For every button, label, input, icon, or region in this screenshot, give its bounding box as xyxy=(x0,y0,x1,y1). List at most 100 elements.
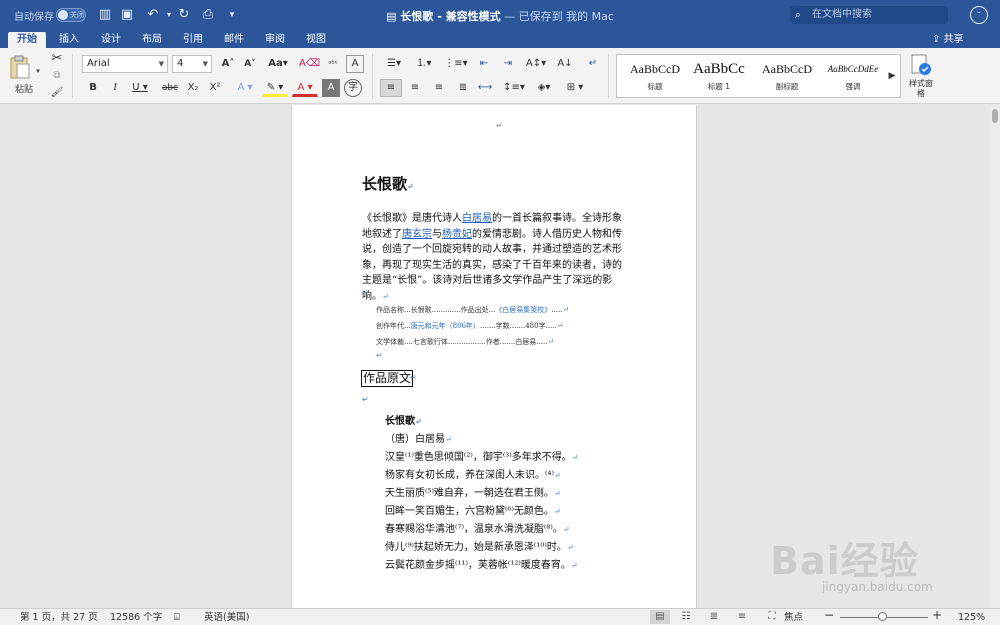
font-size-value: 4 xyxy=(177,58,184,69)
text-direction-icon[interactable]: A↕▾ xyxy=(522,55,550,73)
poem-author: （唐）白居易↵ xyxy=(385,430,452,445)
poem-line: 回眸一笑百媚生，六宫粉黛⁽⁶⁾无颜色。↵ xyxy=(385,502,561,517)
outline-view-icon[interactable]: ☷ xyxy=(676,610,696,624)
tab-insert[interactable]: 插入 xyxy=(52,32,86,48)
styles-more-icon[interactable]: ▶ xyxy=(885,67,899,85)
tab-view[interactable]: 视图 xyxy=(299,32,333,48)
status-bar: 第 1 页，共 27 页 12586 个字 ⌸ 英语(美国) ▤ ☷ ≣ ≡ ⛶… xyxy=(0,608,1000,625)
zoom-slider-handle[interactable] xyxy=(878,612,887,621)
word-count[interactable]: 12586 个字 xyxy=(110,611,162,624)
cut-icon[interactable]: ✂ xyxy=(48,50,66,68)
print-layout-view-icon[interactable]: ▤ xyxy=(650,610,670,624)
shrink-font-icon[interactable]: A˅ xyxy=(240,55,260,73)
draft-view-icon[interactable]: ≣ xyxy=(704,610,724,624)
italic-icon[interactable]: I xyxy=(106,79,124,97)
link-bai-juyi[interactable]: 白居易 xyxy=(462,213,492,224)
language[interactable]: 英语(美国) xyxy=(204,611,249,624)
tab-references[interactable]: 引用 xyxy=(176,32,210,48)
info-value[interactable]: 唐元和元年（806年） xyxy=(411,322,480,330)
font-name-select[interactable]: Arial ▼ xyxy=(82,55,168,73)
bullets-icon[interactable]: ☰▾ xyxy=(380,55,408,73)
align-left-icon[interactable]: ≡ xyxy=(380,79,402,97)
tab-design[interactable]: 设计 xyxy=(94,32,128,48)
link-yang-guifei[interactable]: 杨贵妃 xyxy=(442,229,472,240)
shading-icon[interactable]: ◈▾ xyxy=(530,79,558,97)
strikethrough-icon[interactable]: abc xyxy=(158,79,182,97)
search-placeholder: 在文档中搜索 xyxy=(812,9,872,20)
font-size-select[interactable]: 4 ▼ xyxy=(172,55,212,73)
focus-label[interactable]: 焦点 xyxy=(784,611,803,624)
focus-icon[interactable]: ⛶ xyxy=(762,610,782,624)
style-heading[interactable]: AaBbCcD 标题 xyxy=(625,57,685,95)
format-painter-icon[interactable]: 🖌 xyxy=(48,84,66,102)
character-border-icon[interactable]: A xyxy=(346,55,364,73)
section-title: 作品原文 xyxy=(361,370,414,387)
justify-icon[interactable]: ≣ xyxy=(452,79,474,97)
document-search-input[interactable]: ⌕ 在文档中搜索 xyxy=(790,6,948,24)
poem-title-text: 长恨歌 xyxy=(385,416,415,427)
numbering-icon[interactable]: ⒈▾ xyxy=(410,55,438,73)
distributed-icon[interactable]: ⟷ xyxy=(474,79,496,97)
copy-icon[interactable]: ⧉ xyxy=(48,67,66,85)
borders-icon[interactable]: ⊞ ▾ xyxy=(560,79,590,97)
font-color-icon[interactable]: A ▾ xyxy=(292,79,318,97)
subscript-icon[interactable]: X₂ xyxy=(184,79,202,97)
link-tang-xuanzong[interactable]: 唐玄宗 xyxy=(402,229,432,240)
increase-indent-icon[interactable]: ⇥ xyxy=(498,55,518,73)
vertical-scrollbar[interactable] xyxy=(990,105,1000,608)
style-emphasis[interactable]: AaBbCcDdEe 强调 xyxy=(823,57,883,95)
text-effects-icon[interactable]: A ▾ xyxy=(232,79,258,97)
paragraph-mark: ↵ xyxy=(382,291,389,301)
zoom-out-icon[interactable]: − xyxy=(824,609,834,622)
info-value: 480字 xyxy=(525,322,546,330)
paragraph-mark: ↵ xyxy=(362,288,369,297)
info-value[interactable]: 《白居易集笺校》 xyxy=(495,306,551,314)
sort-icon[interactable]: A↓ xyxy=(554,55,576,73)
superscript-icon[interactable]: X² xyxy=(206,79,224,97)
tab-mailings[interactable]: 邮件 xyxy=(217,32,251,48)
align-center-icon[interactable]: ≡ xyxy=(404,79,426,97)
enclose-characters-icon[interactable]: 字 xyxy=(344,79,362,97)
change-case-icon[interactable]: Aa▾ xyxy=(266,55,290,73)
tab-layout[interactable]: 布局 xyxy=(135,32,169,48)
style-subtitle[interactable]: AaBbCcD 副标题 xyxy=(757,57,817,95)
phonetic-guide-icon[interactable]: ᵃᵇᶜ xyxy=(322,55,344,73)
chevron-down-icon: ▼ xyxy=(202,60,208,68)
show-formatting-marks-icon[interactable]: ↵ xyxy=(582,55,604,73)
web-layout-view-icon[interactable]: ≡ xyxy=(732,610,752,624)
zoom-in-icon[interactable]: + xyxy=(932,609,942,622)
clear-formatting-icon[interactable]: A⌫ xyxy=(298,55,320,73)
styles-pane-button[interactable]: 样式窗格 xyxy=(906,54,936,100)
document-page[interactable]: ↵ 长恨歌↵ 《长恨歌》是唐代诗人白居易的一首长篇叙事诗。全诗形象地叙述了唐玄宗… xyxy=(291,105,697,608)
intro-text: 《长恨歌》是唐代诗人 xyxy=(362,213,462,224)
style-heading-1[interactable]: AaBbCc 标题 1 xyxy=(689,57,749,95)
intro-text: 与 xyxy=(432,228,442,240)
feedback-smiley-icon[interactable]: ᵕ xyxy=(970,6,988,24)
share-button[interactable]: ⇪ 共享 xyxy=(932,32,964,48)
highlight-color-icon[interactable]: ✎ ▾ xyxy=(262,79,288,97)
multilevel-list-icon[interactable]: ⋮≡▾ xyxy=(442,55,470,73)
style-preview: AaBbCcDdEe xyxy=(827,64,879,74)
ribbon-home: 粘贴 ▾ ✂ ⧉ 🖌 Arial ▼ 4 ▼ A˄ A˅ Aa▾ A⌫ ᵃᵇᶜ A … xyxy=(0,48,1000,104)
align-right-icon[interactable]: ≡ xyxy=(428,79,450,97)
grow-font-icon[interactable]: A˄ xyxy=(218,55,238,73)
scrollbar-thumb[interactable] xyxy=(992,109,998,123)
zoom-level[interactable]: 125% xyxy=(958,611,985,624)
paste-dropdown-icon[interactable]: ▾ xyxy=(33,62,43,80)
style-preview: AaBbCc xyxy=(693,61,745,77)
style-preview: AaBbCcD xyxy=(762,62,812,76)
tab-review[interactable]: 审阅 xyxy=(258,32,292,48)
underline-icon[interactable]: U ▾ xyxy=(128,79,152,97)
tab-home[interactable]: 开始 xyxy=(8,32,46,48)
character-shading-icon[interactable]: A xyxy=(322,79,340,97)
proofing-icon[interactable]: ⌸ xyxy=(174,611,180,624)
line-spacing-icon[interactable]: ↕≡▾ xyxy=(500,79,528,97)
poem-line: 侍儿⁽⁹⁾扶起娇无力，始是新承恩泽⁽¹⁰⁾时。↵ xyxy=(385,538,574,553)
clipboard-icon[interactable] xyxy=(9,54,31,80)
heading-text: 长恨歌 xyxy=(362,175,408,193)
page-count[interactable]: 第 1 页，共 27 页 xyxy=(20,611,98,624)
bold-icon[interactable]: B xyxy=(84,79,102,97)
decrease-indent-icon[interactable]: ⇤ xyxy=(474,55,494,73)
info-row: 创作年代...唐元和元年（806年）.......字数.......480字..… xyxy=(376,321,564,330)
paragraph-mark: ↵ xyxy=(407,181,414,191)
